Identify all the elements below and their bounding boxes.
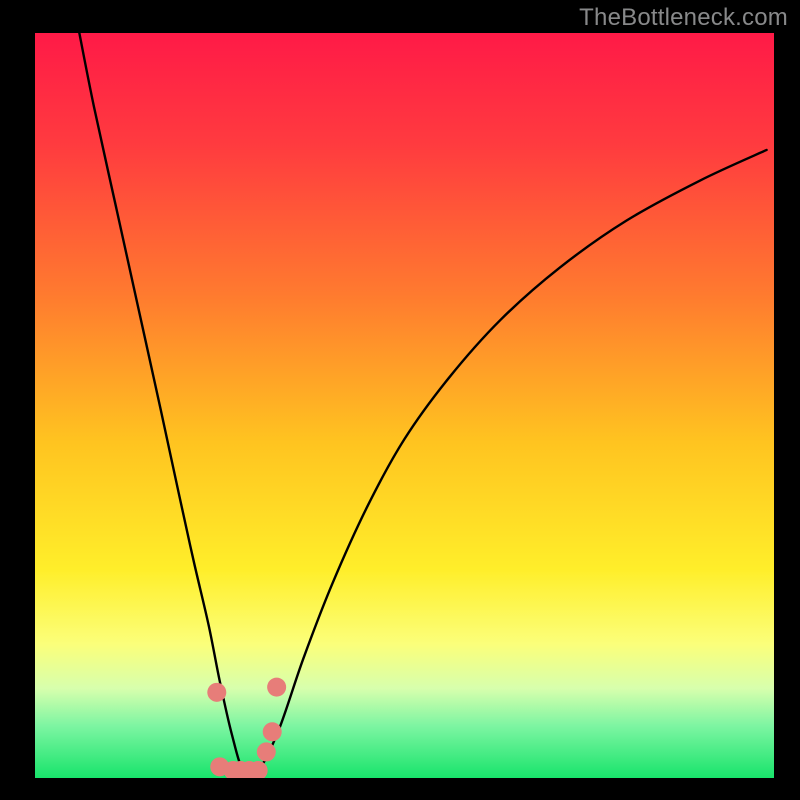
marker-point — [207, 683, 226, 702]
chart-plot — [0, 0, 800, 800]
marker-point — [267, 678, 286, 697]
marker-point — [263, 722, 282, 741]
chart-frame: TheBottleneck.com — [0, 0, 800, 800]
marker-point — [249, 761, 268, 780]
gradient-background — [35, 33, 774, 778]
watermark: TheBottleneck.com — [579, 4, 788, 32]
marker-point — [257, 742, 276, 761]
